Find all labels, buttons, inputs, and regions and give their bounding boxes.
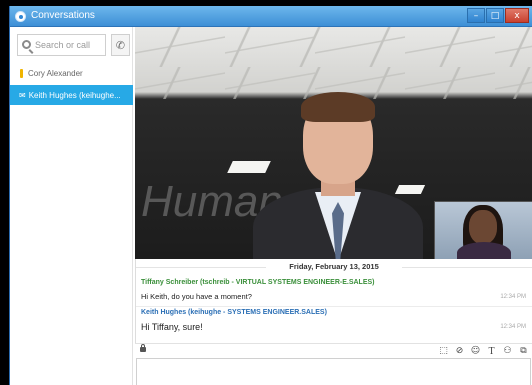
date-separator: Friday, February 13, 2015 <box>136 262 532 271</box>
lock-icon <box>140 344 146 352</box>
close-button[interactable]: x <box>505 8 529 23</box>
self-view-pip[interactable] <box>434 201 532 259</box>
chat-bubble-icon: ✉ <box>19 90 26 100</box>
attach-icon[interactable]: ⊘ <box>453 345 466 357</box>
search-box[interactable] <box>17 34 106 56</box>
contact-name: Keith Hughes (keihughe... <box>28 90 121 100</box>
pop-out-icon[interactable]: ⧉ <box>517 345 530 357</box>
message-time: 12:34 PM <box>500 294 526 300</box>
maximize-button[interactable]: □ <box>486 8 504 23</box>
compose-tools: ⬚ ⊘ ☺ T ⚇ ⧉ <box>434 345 530 357</box>
remote-participant <box>253 92 423 259</box>
participant-hair <box>301 92 375 122</box>
app-icon <box>15 11 26 22</box>
compose-toolbar: ⬚ ⊘ ☺ T ⚇ ⧉ <box>135 343 532 357</box>
minimize-button[interactable]: – <box>467 8 485 23</box>
conversations-window: Conversations – □ x ✆ Cory Alexander ✉ K… <box>9 6 532 385</box>
add-participant-icon[interactable]: ⚇ <box>501 345 514 357</box>
chat-history: Friday, February 13, 2015 Tiffany Schrei… <box>135 259 532 343</box>
ceiling-pattern <box>135 27 532 99</box>
message-text: Hi Keith, do you have a moment? <box>141 292 252 301</box>
self-view-face <box>469 210 497 244</box>
conversation-pane: Human Friday, February 13, 2015 Tiffany … <box>133 27 532 385</box>
sidebar: ✆ Cory Alexander ✉ Keith Hughes (keihugh… <box>10 27 133 385</box>
message-time: 12:34 PM <box>500 324 526 330</box>
phone-icon: ✆ <box>115 38 126 52</box>
screen-capture-icon[interactable]: ⬚ <box>437 345 450 357</box>
search-icon <box>22 40 31 49</box>
away-status-icon <box>20 68 23 78</box>
window-controls: – □ x <box>466 8 529 23</box>
search-input[interactable] <box>35 37 103 53</box>
remote-video[interactable]: Human <box>135 27 532 259</box>
emoticon-icon[interactable]: ☺ <box>469 345 482 357</box>
call-button[interactable]: ✆ <box>111 34 130 56</box>
contact-name: Cory Alexander <box>28 68 83 78</box>
message-compose-input[interactable] <box>136 358 531 385</box>
self-view-body <box>457 242 511 259</box>
message-sender[interactable]: Tiffany Schreiber (tschreib - VIRTUAL SY… <box>141 279 375 286</box>
message-text: Hi Tiffany, sure! <box>141 322 203 332</box>
contact-cory-alexander[interactable]: Cory Alexander <box>10 63 133 83</box>
screen-frame: Conversations – □ x ✆ Cory Alexander ✉ K… <box>0 0 532 385</box>
contact-keith-hughes[interactable]: ✉ Keith Hughes (keihughe... <box>10 85 133 105</box>
text-format-icon[interactable]: T <box>485 345 498 357</box>
message-sender[interactable]: Keith Hughes (keihughe - SYSTEMS ENGINEE… <box>141 309 327 316</box>
window-title: Conversations <box>31 10 95 21</box>
message-divider <box>136 306 532 307</box>
title-bar[interactable]: Conversations – □ x <box>10 6 532 27</box>
